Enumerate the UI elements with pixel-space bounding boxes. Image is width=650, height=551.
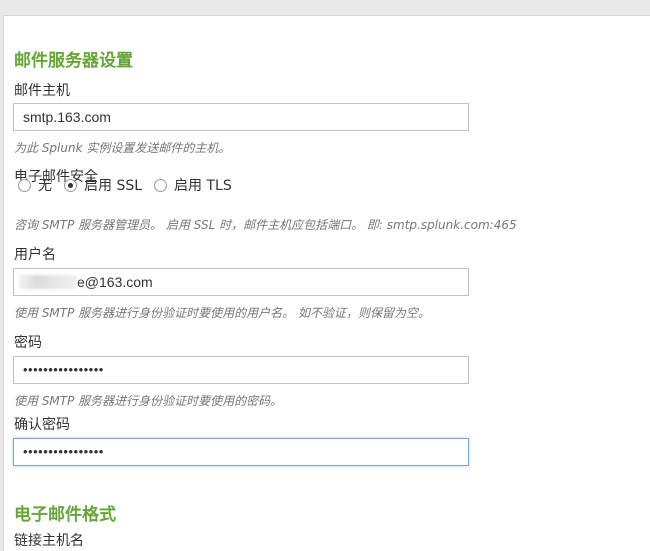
username-label: 用户名 <box>14 247 56 263</box>
password-label: 密码 <box>14 335 42 351</box>
mail-host-input[interactable]: smtp.163.com <box>13 103 469 131</box>
mail-server-section-title: 邮件服务器设置 <box>14 51 133 71</box>
confirm-password-label: 确认密码 <box>14 417 70 433</box>
radio-ssl-label[interactable]: 启用 SSL <box>84 175 142 195</box>
mail-host-label: 邮件主机 <box>14 83 70 99</box>
security-option-ssl[interactable]: 启用 SSL <box>64 175 154 195</box>
security-option-none[interactable]: 无 <box>18 175 64 195</box>
username-visible-text: e@163.com <box>77 274 153 290</box>
link-hostname-label: 链接主机名 <box>14 533 84 549</box>
email-format-section-title: 电子邮件格式 <box>14 505 116 525</box>
security-option-tls[interactable]: 启用 TLS <box>154 175 244 195</box>
radio-tls[interactable] <box>154 178 168 192</box>
radio-none-label[interactable]: 无 <box>38 175 52 195</box>
mail-host-help: 为此 Splunk 实例设置发送邮件的主机。 <box>14 141 231 155</box>
radio-tls-label[interactable]: 启用 TLS <box>174 175 232 195</box>
email-security-help: 咨询 SMTP 服务器管理员。 启用 SSL 时，邮件主机应包括端口。 即: s… <box>14 218 517 232</box>
password-input[interactable]: •••••••••••••••• <box>13 356 469 384</box>
username-input[interactable]: e@163.com <box>13 268 469 296</box>
password-help: 使用 SMTP 服务器进行身份验证时要使用的密码。 <box>14 394 283 408</box>
redacted-username-blur <box>19 275 77 289</box>
confirm-password-input[interactable]: •••••••••••••••• <box>13 438 469 466</box>
radio-none[interactable] <box>18 178 31 192</box>
email-security-radio-group: 无 启用 SSL 启用 TLS <box>18 175 244 195</box>
username-help: 使用 SMTP 服务器进行身份验证时要使用的用户名。 如不验证，则保留为空。 <box>14 306 430 320</box>
radio-ssl[interactable] <box>64 178 77 192</box>
